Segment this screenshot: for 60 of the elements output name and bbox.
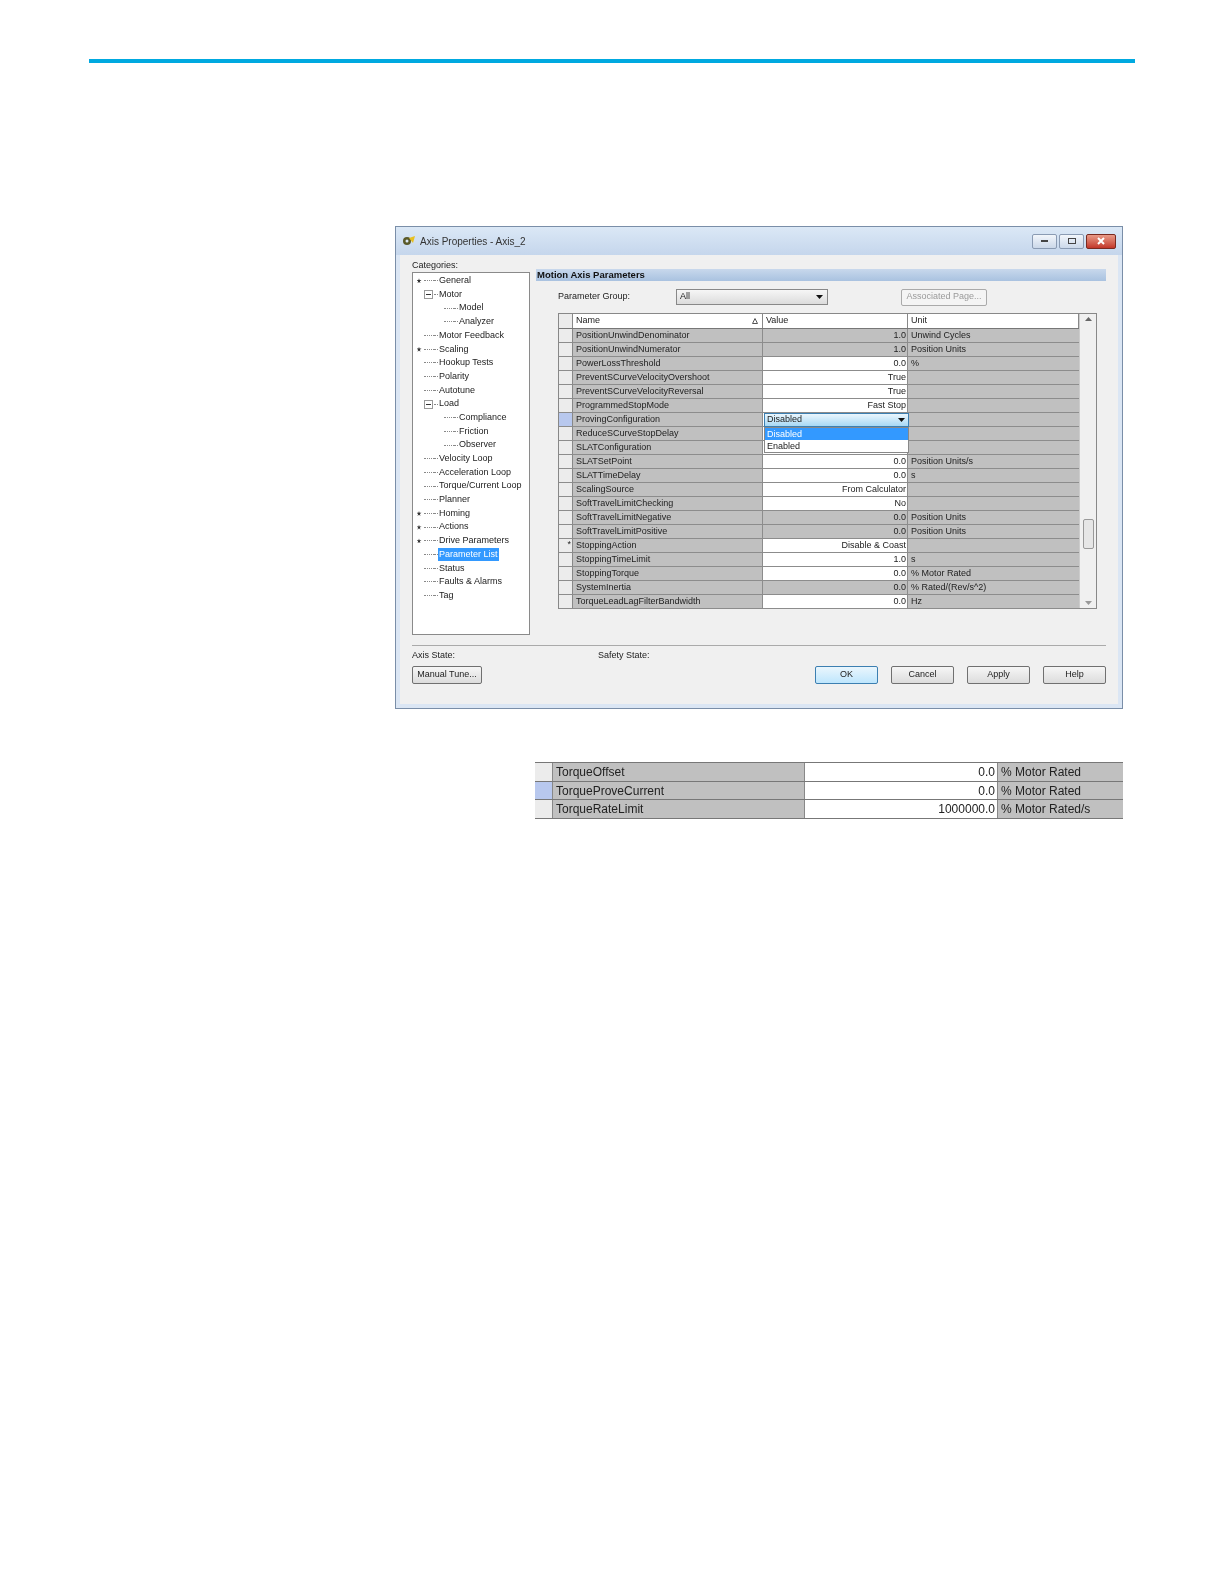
collapse-icon[interactable] [424, 399, 433, 409]
tree-item[interactable]: Velocity Loop [438, 452, 494, 466]
scrollbar[interactable] [1079, 314, 1096, 608]
unit-cell: % Motor Rated/s [998, 800, 1123, 818]
tree-item[interactable]: Hookup Tests [438, 356, 495, 370]
name-cell: TorqueOffset [553, 763, 805, 781]
row-header[interactable] [535, 800, 553, 818]
dropdown-option[interactable]: Enabled [765, 439, 908, 452]
tree-item[interactable]: General [438, 274, 473, 288]
close-icon [1097, 237, 1105, 245]
caret-icon [898, 417, 905, 422]
parameter-group-label: Parameter Group: [558, 290, 632, 304]
window-title: Axis Properties - Axis_2 [420, 234, 526, 249]
tree-item[interactable]: Load [438, 397, 461, 411]
dialog-button[interactable]: Help [1043, 666, 1106, 684]
tree-item[interactable]: Motor Feedback [438, 328, 506, 343]
tree-item[interactable]: Homing [438, 506, 471, 521]
column-header[interactable]: Name [573, 314, 763, 328]
scroll-thumb[interactable] [1082, 519, 1094, 549]
tree-item[interactable]: Motor [438, 287, 463, 302]
sort-icon [752, 317, 758, 324]
dialog-button[interactable]: OK [815, 666, 878, 684]
name-cell: TorqueRateLimit [553, 800, 805, 818]
dialog-button[interactable]: Cancel [891, 666, 954, 684]
categories-label: Categories: [412, 259, 460, 272]
tree-item[interactable]: Actions [438, 520, 470, 534]
tree-item[interactable]: Compliance [458, 410, 508, 425]
tree-item[interactable]: Tag [438, 588, 455, 603]
axis-state-label: Axis State: [412, 649, 457, 663]
row-header[interactable] [535, 763, 553, 781]
tree-item[interactable]: Acceleration Loop [438, 465, 513, 480]
maximize-button[interactable] [1059, 233, 1084, 249]
header-corner[interactable] [559, 314, 573, 328]
close-button[interactable] [1086, 233, 1116, 249]
scroll-down-icon [1084, 601, 1092, 605]
parameter-group-dropdown[interactable]: All [676, 289, 828, 305]
scroll-up-icon [1084, 317, 1092, 321]
tree-item[interactable]: Torque/Current Loop [438, 479, 523, 493]
caret-icon [816, 295, 823, 299]
column-header[interactable]: Value [763, 314, 908, 328]
panel-header: Motion Axis Parameters [536, 269, 1106, 281]
collapse-icon[interactable] [424, 290, 433, 300]
manual-tune-button[interactable]: Manual Tune... [412, 666, 482, 684]
tree-item[interactable]: Polarity [438, 369, 470, 384]
modified-marker: * [567, 538, 571, 552]
minimize-button[interactable] [1032, 233, 1057, 249]
tree-item[interactable]: Model [458, 301, 485, 315]
tree-item[interactable]: Friction [458, 424, 490, 439]
tree-item[interactable]: Faults & Alarms [438, 575, 504, 589]
tree-item[interactable]: Planner [438, 493, 472, 507]
tree-item[interactable]: Scaling [438, 342, 470, 357]
tree-item[interactable]: Analyzer [458, 315, 495, 329]
safety-state-label: Safety State: [598, 649, 650, 663]
tree-item[interactable]: Drive Parameters [438, 534, 511, 548]
tree-item[interactable]: Status [438, 561, 466, 576]
tree-item[interactable]: Observer [458, 438, 497, 452]
gear-icon [402, 235, 416, 247]
dialog-button[interactable]: Apply [967, 666, 1030, 684]
unit-cell: % Motor Rated [998, 763, 1123, 781]
tree-item[interactable]: Autotune [438, 383, 477, 398]
